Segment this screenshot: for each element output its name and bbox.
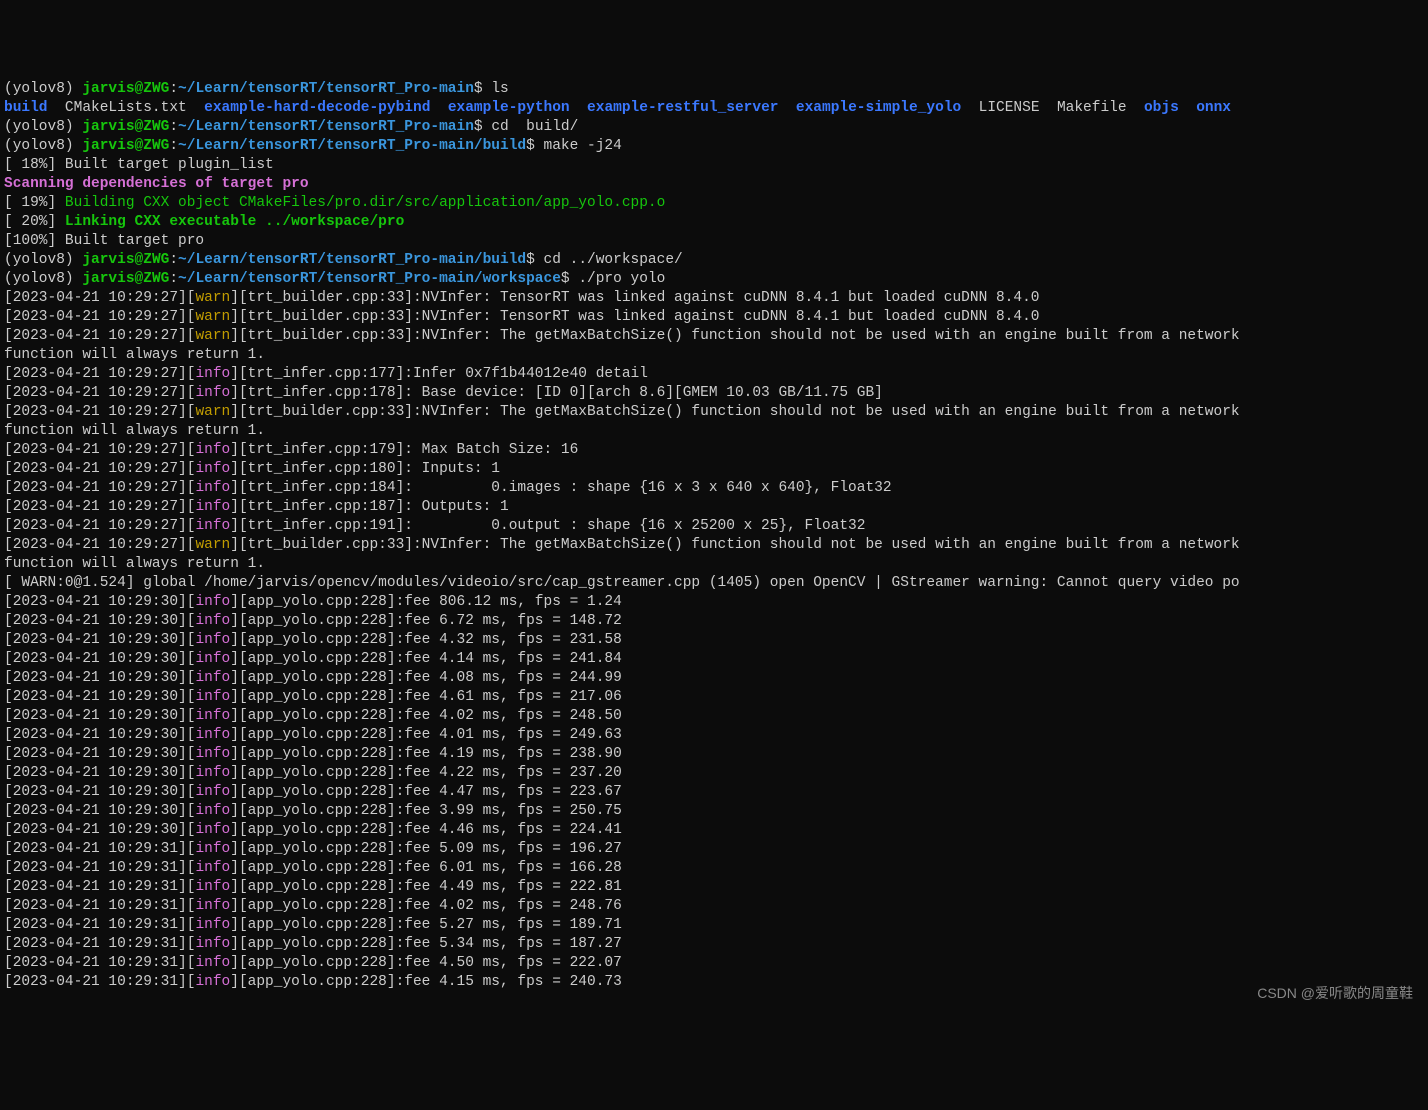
terminal-output[interactable]: (yolov8) jarvis@ZWG:~/Learn/tensorRT/ten… — [4, 80, 1424, 992]
watermark: CSDN @爱听歌的周童鞋 — [1257, 984, 1413, 1003]
